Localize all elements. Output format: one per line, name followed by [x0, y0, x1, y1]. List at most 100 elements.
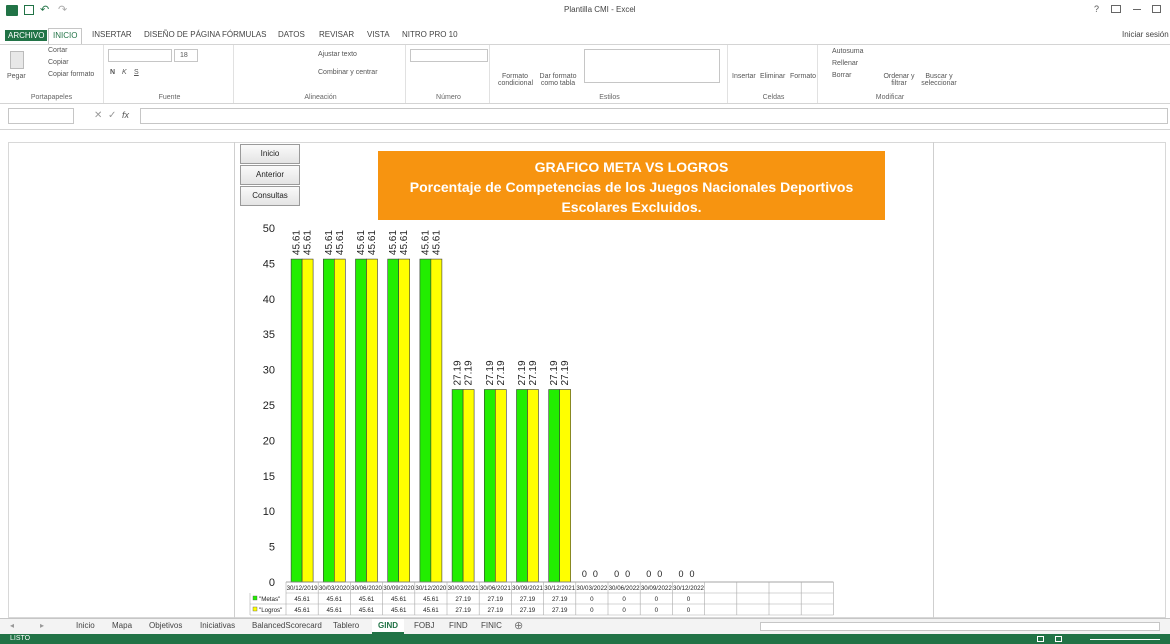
- y-tick-label: 0: [269, 577, 275, 589]
- data-label: 27.19: [496, 360, 507, 385]
- y-tick-label: 45: [263, 258, 275, 270]
- data-label: 45.61: [431, 230, 442, 255]
- worksheet[interactable]: Inicio Anterior Consultas GRAFICO META V…: [0, 130, 1170, 618]
- normal-view-icon[interactable]: [1037, 636, 1044, 642]
- page-layout-icon[interactable]: [1055, 636, 1062, 642]
- editing-group: Autosuma Rellenar Borrar Ordenar y filtr…: [820, 45, 960, 103]
- tab-nitro[interactable]: NITRO PRO 10: [402, 30, 458, 39]
- x-tick-label: 30/06/2022: [609, 585, 641, 592]
- cancel-icon[interactable]: ✕: [94, 110, 102, 121]
- insert-function-icon[interactable]: fx: [122, 110, 129, 120]
- paste-icon[interactable]: [10, 51, 24, 69]
- cells-group: Insertar Eliminar Formato Celdas: [730, 45, 818, 103]
- table-cell: 27.19: [488, 596, 504, 603]
- data-label: 0: [625, 569, 630, 579]
- bar-metas: [483, 389, 496, 583]
- redo-icon[interactable]: ↷: [58, 3, 67, 16]
- format-cells-button[interactable]: Formato: [790, 73, 816, 80]
- bar-metas: [290, 258, 303, 583]
- signin-link[interactable]: Iniciar sesión: [1122, 30, 1169, 39]
- find-select-button[interactable]: Buscar y seleccionar: [918, 73, 960, 87]
- formula-input[interactable]: [140, 108, 1168, 124]
- ribbon-display-icon[interactable]: [1111, 5, 1121, 13]
- save-icon[interactable]: [24, 5, 34, 15]
- tab-datos[interactable]: DATOS: [278, 30, 305, 39]
- data-label: 45.61: [367, 230, 378, 255]
- tab-inicio[interactable]: INICIO: [48, 28, 83, 44]
- font-group: 18 N K S Fuente: [106, 45, 234, 103]
- tab-revisar[interactable]: REVISAR: [319, 30, 354, 39]
- bold-button[interactable]: N: [110, 69, 115, 76]
- bar-metas: [419, 258, 432, 583]
- table-cell: 0: [655, 607, 659, 614]
- minimize-icon[interactable]: [1133, 9, 1141, 10]
- data-label: 0: [582, 569, 587, 579]
- x-tick-label: 30/03/2022: [576, 585, 608, 592]
- bar-logros: [301, 258, 314, 583]
- copy-format-button[interactable]: Copiar formato: [48, 71, 94, 78]
- number-format-input[interactable]: [410, 49, 488, 62]
- copy-button[interactable]: Copiar: [48, 59, 69, 66]
- restore-icon[interactable]: [1152, 5, 1161, 13]
- tab-formulas[interactable]: FÓRMULAS: [222, 30, 266, 39]
- table-cell: 0: [590, 607, 594, 614]
- data-label: 27.19: [453, 360, 464, 385]
- tab-vista[interactable]: VISTA: [367, 30, 390, 39]
- wrap-text-button[interactable]: Ajustar texto: [318, 51, 357, 58]
- data-label: 27.19: [517, 360, 528, 385]
- horizontal-scrollbar[interactable]: [760, 622, 1160, 631]
- cell-styles-gallery[interactable]: [584, 49, 720, 83]
- excel-logo-icon: [6, 5, 18, 16]
- sheet-tab-iniciativas[interactable]: Iniciativas: [200, 621, 235, 630]
- delete-cells-button[interactable]: Eliminar: [760, 73, 785, 80]
- insert-cells-button[interactable]: Insertar: [732, 73, 756, 80]
- sheet-tab-mapa[interactable]: Mapa: [112, 621, 132, 630]
- sort-filter-button[interactable]: Ordenar y filtrar: [882, 73, 916, 87]
- next-sheet-icon[interactable]: ▸: [40, 621, 44, 630]
- prev-sheet-icon[interactable]: ◂: [10, 621, 14, 630]
- cut-button[interactable]: Cortar: [48, 47, 67, 54]
- clear-button[interactable]: Borrar: [832, 72, 851, 79]
- undo-icon[interactable]: ↶: [40, 3, 49, 16]
- legend-key-logros: [252, 606, 258, 612]
- sheet-tab-inicio[interactable]: Inicio: [76, 621, 95, 630]
- merge-center-button[interactable]: Combinar y centrar: [318, 69, 378, 76]
- underline-button[interactable]: S: [134, 69, 139, 76]
- conditional-format-button[interactable]: Formato condicional: [498, 73, 533, 87]
- x-tick-label: 30/12/2021: [544, 585, 576, 592]
- table-cell: 27.19: [552, 596, 568, 603]
- sheet-tab-objetivos[interactable]: Objetivos: [149, 621, 182, 630]
- cells-label: Celdas: [762, 94, 785, 101]
- sheet-tab-gind[interactable]: GIND: [372, 619, 404, 634]
- zoom-slider[interactable]: [1090, 639, 1160, 640]
- y-tick-label: 50: [263, 223, 275, 235]
- enter-icon[interactable]: ✓: [108, 110, 116, 121]
- help-icon[interactable]: ?: [1094, 4, 1099, 14]
- add-sheet-icon[interactable]: ⊕: [514, 619, 523, 632]
- font-size-input[interactable]: 18: [174, 49, 198, 62]
- sheet-tab-finic[interactable]: FINIC: [481, 621, 502, 630]
- font-name-input[interactable]: [108, 49, 172, 62]
- table-cell: 45.61: [327, 596, 343, 603]
- tab-diseno-pagina[interactable]: DISEÑO DE PÁGINA: [144, 30, 220, 39]
- sheet-tab-tablero[interactable]: Tablero: [333, 621, 359, 630]
- sheet-tab-balancedscorecard[interactable]: BalancedScorecard: [252, 621, 322, 630]
- autosum-button[interactable]: Autosuma: [832, 48, 864, 55]
- sheet-tab-fobj[interactable]: FOBJ: [414, 621, 434, 630]
- y-tick-label: 35: [263, 329, 275, 341]
- name-box[interactable]: [8, 108, 74, 124]
- formula-bar: ✕ ✓ fx: [0, 104, 1170, 130]
- tab-insertar[interactable]: INSERTAR: [92, 30, 132, 39]
- sheet-tab-find[interactable]: FIND: [449, 621, 468, 630]
- italic-button[interactable]: K: [122, 69, 127, 76]
- editing-label: Modificar: [875, 94, 905, 101]
- bar-logros: [366, 258, 378, 583]
- tab-archivo[interactable]: ARCHIVO: [5, 30, 48, 41]
- bar-logros: [398, 258, 411, 583]
- format-as-table-button[interactable]: Dar formato como tabla: [536, 73, 580, 87]
- fill-button[interactable]: Rellenar: [832, 60, 858, 67]
- table-cell: 45.61: [294, 607, 310, 614]
- paste-button[interactable]: Pegar: [7, 73, 26, 80]
- number-label: Número: [436, 94, 461, 101]
- y-tick-label: 40: [263, 294, 275, 306]
